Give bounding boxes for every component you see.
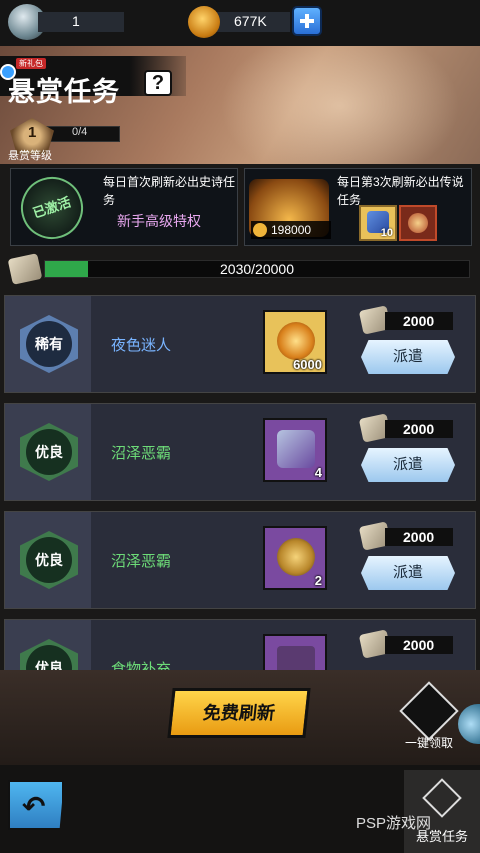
level-label: 悬赏等级 <box>8 150 52 162</box>
bounty-progress-bar: 2030/20000 <box>44 260 470 278</box>
header-banner: 新礼包 悬赏任务 ? 1 0/4 悬赏等级 <box>0 46 480 164</box>
page-title: 悬赏任务 <box>8 77 120 107</box>
item-count: 10 <box>380 227 393 239</box>
collect-all-button[interactable]: 一键领取 <box>398 681 460 752</box>
sword-emblem-icon <box>277 538 315 576</box>
reward-item-scroll[interactable]: 10 <box>359 205 397 241</box>
gold-coin-icon <box>188 6 220 38</box>
cost-value: 2000 <box>403 637 435 653</box>
gold-fire-icon <box>277 322 315 360</box>
reward-count: 2 <box>314 573 322 588</box>
free-refresh-button[interactable]: 免费刷新 <box>167 688 311 738</box>
watermark: PSP游戏网 <box>356 815 432 832</box>
gauntlet-icon <box>277 430 315 468</box>
cost-value: 2000 <box>403 421 435 437</box>
rarity-label: 稀有 <box>26 321 72 367</box>
reward-count: 6000 <box>293 357 322 372</box>
reward-item[interactable]: 2 <box>263 526 327 590</box>
level-progress-text: 0/4 <box>72 126 88 138</box>
quest-name: 夜色迷人 <box>111 337 172 354</box>
back-arrow-icon: ↶ <box>22 791 46 822</box>
gold-value: 677K <box>234 13 267 29</box>
collect-all-label: 一键领取 <box>404 736 453 750</box>
quest-row[interactable]: 优良 沼泽恶霸 2 2000 派遣 <box>4 511 476 609</box>
quest-row[interactable]: 稀有 夜色迷人 6000 2000 派遣 <box>4 295 476 393</box>
activated-stamp: 已激活 <box>12 168 92 248</box>
refresh-label: 免费刷新 <box>201 703 277 723</box>
dispatch-button[interactable]: 派遣 <box>361 556 455 590</box>
progress-text: 2030/20000 <box>220 261 294 277</box>
top-bar: 1 677K <box>0 0 480 46</box>
quest-row[interactable]: 优良 沼泽恶霸 4 2000 派遣 <box>4 403 476 501</box>
quest-name: 沼泽恶霸 <box>111 445 172 462</box>
scroll-icon <box>7 253 43 285</box>
rarity-label: 优良 <box>26 429 72 475</box>
rarity-label: 优良 <box>26 537 72 583</box>
perk-card-epic[interactable]: 已激活 每日首次刷新必出史诗任务 新手高级特权 <box>10 168 238 248</box>
dispatch-button[interactable]: 派遣 <box>361 340 455 374</box>
reward-item[interactable]: 4 <box>263 418 327 482</box>
perk-description: 每日第3次刷新必出传说任务 <box>337 175 464 207</box>
dispatch-label: 派遣 <box>392 348 423 365</box>
dispatch-label: 派遣 <box>392 564 423 581</box>
chest-value: 198000 <box>271 223 312 237</box>
reward-item-coupon[interactable] <box>399 205 437 241</box>
perk-description: 每日首次刷新必出史诗任务 <box>103 175 236 207</box>
coupon-icon <box>408 213 428 233</box>
gift-icon <box>399 681 459 741</box>
bounty-level: 1 <box>28 124 37 141</box>
back-button[interactable]: ↶ <box>8 780 64 830</box>
cost-value: 2000 <box>403 313 435 329</box>
cost-value: 2000 <box>403 529 435 545</box>
perk-subtitle: 新手高级特权 <box>117 213 201 229</box>
new-pack-tag[interactable]: 新礼包 <box>16 58 46 69</box>
dispatch-label: 派遣 <box>392 456 423 473</box>
resource1-box <box>38 12 124 32</box>
add-gold-button[interactable] <box>292 6 322 36</box>
reward-item[interactable]: 6000 <box>263 310 327 374</box>
resource1-value: 1 <box>72 13 80 29</box>
title-bar: 新礼包 悬赏任务 ? <box>0 56 186 107</box>
perk-card-legend[interactable]: 198000 每日第3次刷新必出传说任务 10 <box>244 168 472 246</box>
dispatch-button[interactable]: 派遣 <box>361 448 455 482</box>
help-button[interactable]: ? <box>144 70 172 96</box>
quest-name: 沼泽恶霸 <box>111 553 172 570</box>
coin-icon <box>253 223 267 237</box>
banner-glow <box>220 46 460 164</box>
reward-count: 4 <box>314 465 322 480</box>
